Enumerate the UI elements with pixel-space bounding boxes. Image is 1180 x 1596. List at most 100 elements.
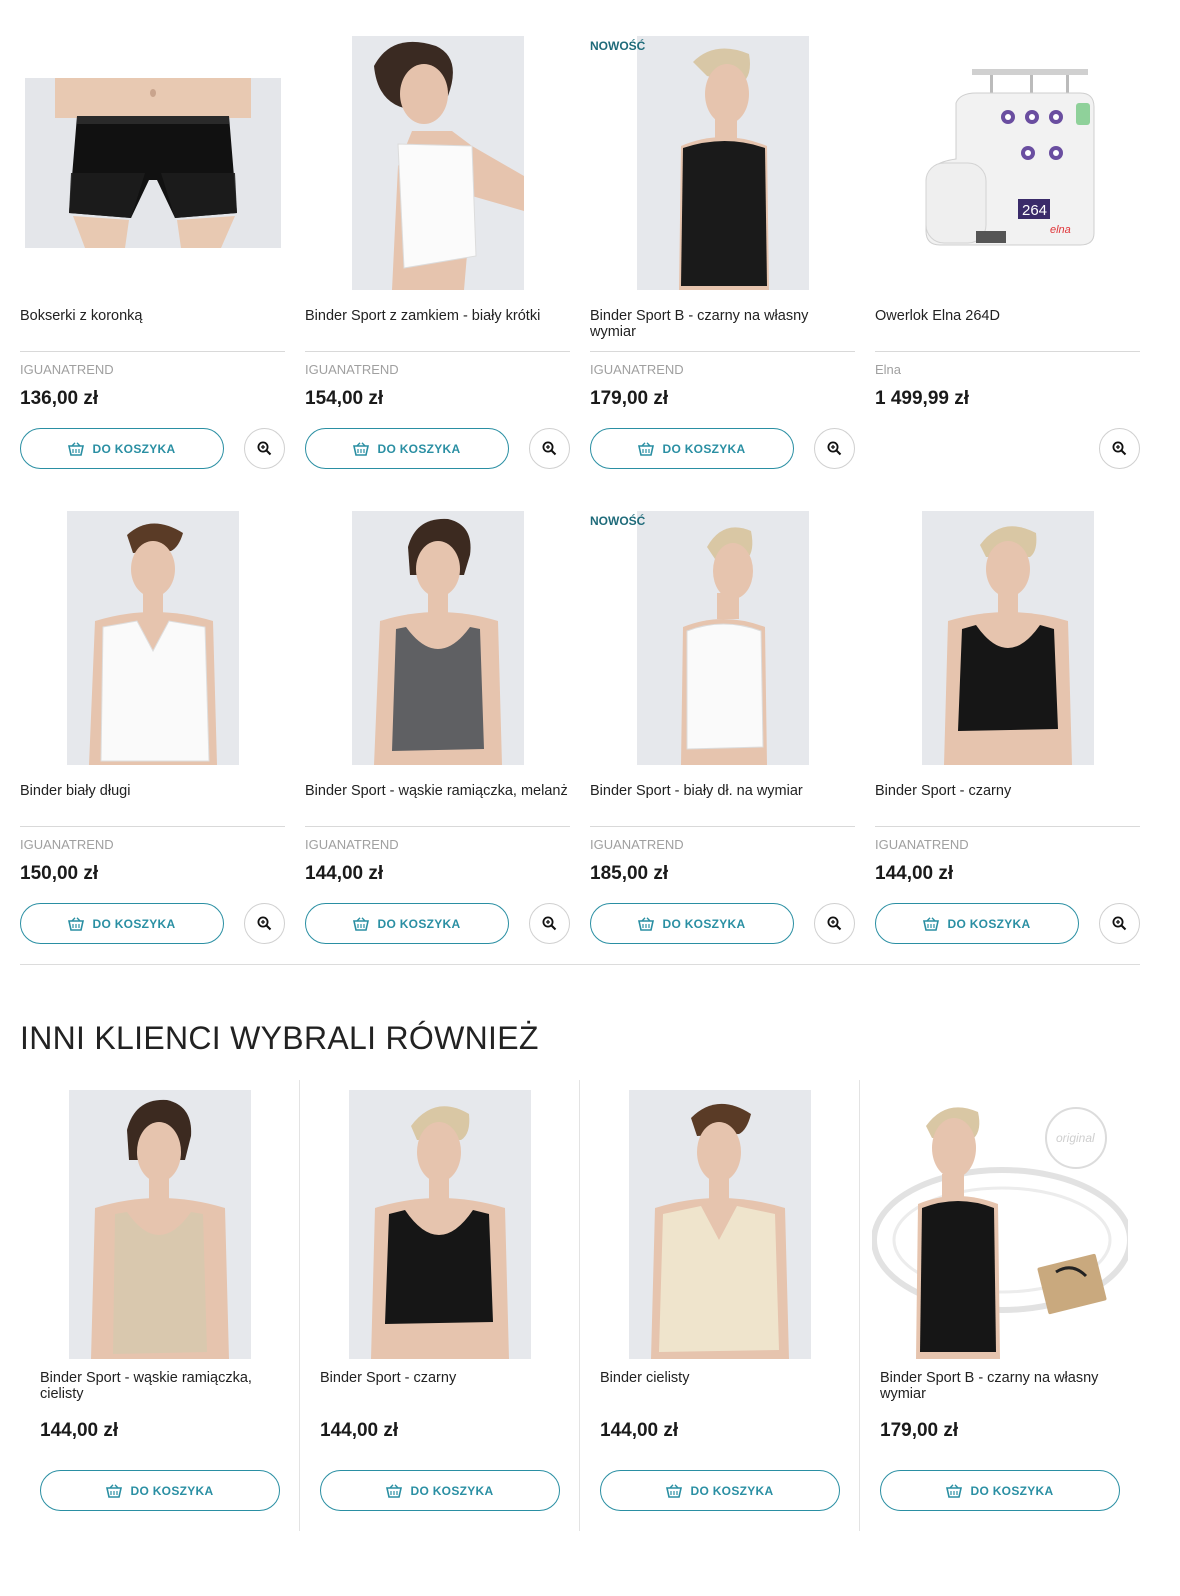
quick-view-button[interactable] — [244, 903, 285, 944]
product-title[interactable]: Binder cielisty — [600, 1370, 840, 1386]
product-brand: IGUANATREND — [590, 362, 684, 377]
basket-icon — [638, 441, 655, 456]
product-card[interactable]: Bokserki z koronką IGUANATREND 136,00 zł… — [20, 30, 285, 469]
product-title[interactable]: Owerlok Elna 264D — [875, 308, 1140, 342]
product-image[interactable] — [40, 1090, 280, 1359]
product-price: 144,00 zł — [320, 1420, 399, 1441]
basket-icon — [353, 441, 370, 456]
add-to-cart-button[interactable]: DO KOSZYKA — [875, 903, 1079, 944]
add-to-cart-button[interactable]: DO KOSZYKA — [20, 428, 224, 469]
product-image[interactable] — [875, 505, 1140, 770]
divider — [305, 351, 570, 352]
product-image[interactable] — [590, 505, 855, 770]
product-image[interactable] — [305, 30, 570, 295]
product-photo — [636, 510, 809, 765]
recommended-card[interactable]: Binder Sport - czarny 144,00 zł DO KOSZY… — [300, 1080, 580, 1531]
add-to-cart-label: DO KOSZYKA — [662, 916, 746, 931]
add-to-cart-button[interactable]: DO KOSZYKA — [305, 903, 509, 944]
divider — [20, 826, 285, 827]
magnifier-plus-icon — [827, 441, 842, 456]
add-to-cart-button[interactable]: DO KOSZYKA — [40, 1470, 280, 1511]
product-image[interactable] — [320, 1090, 560, 1359]
quick-view-button[interactable] — [529, 428, 570, 469]
section-divider — [20, 964, 1140, 965]
add-to-cart-label: DO KOSZYKA — [410, 1483, 494, 1498]
product-brand: Elna — [875, 362, 902, 377]
product-photo — [629, 1090, 811, 1359]
magnifier-plus-icon — [257, 916, 272, 931]
product-card[interactable]: Binder biały długi IGUANATREND 150,00 zł… — [20, 505, 285, 944]
product-photo — [349, 1090, 531, 1359]
logo-text-model: 264 — [1022, 202, 1047, 219]
product-card[interactable]: 264 elna Owerlok Elna 264D Elna 1 499,99… — [875, 30, 1140, 469]
add-to-cart-button[interactable]: DO KOSZYKA — [880, 1470, 1120, 1511]
logo-text-brand: elna — [1050, 224, 1071, 236]
product-image[interactable] — [20, 505, 285, 770]
product-image[interactable]: 264 elna — [875, 30, 1140, 295]
quick-view-button[interactable] — [244, 428, 285, 469]
section-title: INNI KLIENCI WYBRALI RÓWNIEŻ — [20, 1020, 539, 1056]
add-to-cart-button[interactable]: DO KOSZYKA — [20, 903, 224, 944]
product-card[interactable]: Binder Sport z zamkiem - biały krótki IG… — [305, 30, 570, 469]
product-image[interactable] — [20, 30, 285, 295]
product-brand: IGUANATREND — [20, 362, 114, 377]
divider — [20, 351, 285, 352]
product-brand: IGUANATREND — [305, 362, 399, 377]
basket-icon — [666, 1483, 683, 1498]
divider — [305, 826, 570, 827]
product-price: 144,00 zł — [40, 1420, 119, 1441]
product-image[interactable]: original — [872, 1090, 1128, 1359]
quick-view-button[interactable] — [814, 428, 855, 469]
recommended-card[interactable]: Binder Sport - wąskie ramiączka, cielist… — [20, 1080, 300, 1531]
new-badge: NOWOŚĆ — [590, 39, 646, 53]
recommended-card[interactable]: original Binder Sport B - czarny na włas… — [860, 1080, 1140, 1531]
add-to-cart-button[interactable]: DO KOSZYKA — [590, 903, 794, 944]
product-photo — [921, 510, 1094, 765]
add-to-cart-label: DO KOSZYKA — [662, 441, 746, 456]
product-price: 150,00 zł — [20, 863, 99, 884]
product-title[interactable]: Binder Sport B - czarny na własny wymiar — [590, 308, 855, 342]
divider — [590, 351, 855, 352]
product-price: 179,00 zł — [880, 1420, 959, 1441]
product-title[interactable]: Binder Sport - wąskie ramiączka, cielist… — [40, 1370, 280, 1402]
add-to-cart-label: DO KOSZYKA — [947, 916, 1031, 931]
add-to-cart-label: DO KOSZYKA — [130, 1483, 214, 1498]
product-title[interactable]: Binder Sport - biały dł. na wymiar — [590, 783, 855, 817]
product-card[interactable]: Binder Sport - czarny IGUANATREND 144,00… — [875, 505, 1140, 944]
product-image[interactable] — [305, 505, 570, 770]
recommended-card[interactable]: Binder cielisty 144,00 zł DO KOSZYKA — [580, 1080, 860, 1531]
watermark-text: original — [1056, 1131, 1095, 1145]
add-to-cart-button[interactable]: DO KOSZYKA — [320, 1470, 560, 1511]
product-price: 1 499,99 zł — [875, 388, 970, 409]
product-card[interactable]: NOWOŚĆ Binder Sport B - czarny na własny… — [590, 30, 855, 469]
divider — [590, 826, 855, 827]
product-image[interactable] — [600, 1090, 840, 1359]
add-to-cart-label: DO KOSZYKA — [970, 1483, 1054, 1498]
product-card[interactable]: Binder Sport - wąskie ramiączka, melanż … — [305, 505, 570, 944]
product-title[interactable]: Binder biały długi — [20, 783, 285, 817]
quick-view-button[interactable] — [529, 903, 570, 944]
product-image[interactable] — [590, 30, 855, 295]
product-photo — [351, 510, 524, 765]
product-photo — [69, 1090, 251, 1359]
add-to-cart-button[interactable]: DO KOSZYKA — [305, 428, 509, 469]
add-to-cart-button[interactable]: DO KOSZYKA — [590, 428, 794, 469]
product-title[interactable]: Binder Sport B - czarny na własny wymiar — [880, 1370, 1120, 1402]
product-card[interactable]: NOWOŚĆ Binder Sport - biały dł. na wymia… — [590, 505, 855, 944]
quick-view-button[interactable] — [1099, 428, 1140, 469]
product-title[interactable]: Bokserki z koronką — [20, 308, 285, 342]
product-title[interactable]: Binder Sport - czarny — [320, 1370, 560, 1386]
product-title[interactable]: Binder Sport - wąskie ramiączka, melanż — [305, 783, 570, 817]
product-title[interactable]: Binder Sport z zamkiem - biały krótki — [305, 308, 570, 342]
product-price: 179,00 zł — [590, 388, 669, 409]
quick-view-button[interactable] — [1099, 903, 1140, 944]
divider — [875, 826, 1140, 827]
product-title[interactable]: Binder Sport - czarny — [875, 783, 1140, 817]
quick-view-button[interactable] — [814, 903, 855, 944]
magnifier-plus-icon — [1112, 916, 1127, 931]
product-brand: IGUANATREND — [590, 837, 684, 852]
recommended-products: Binder Sport - wąskie ramiączka, cielist… — [20, 1080, 1140, 1531]
add-to-cart-button[interactable]: DO KOSZYKA — [600, 1470, 840, 1511]
basket-icon — [68, 916, 85, 931]
product-brand: IGUANATREND — [20, 837, 114, 852]
